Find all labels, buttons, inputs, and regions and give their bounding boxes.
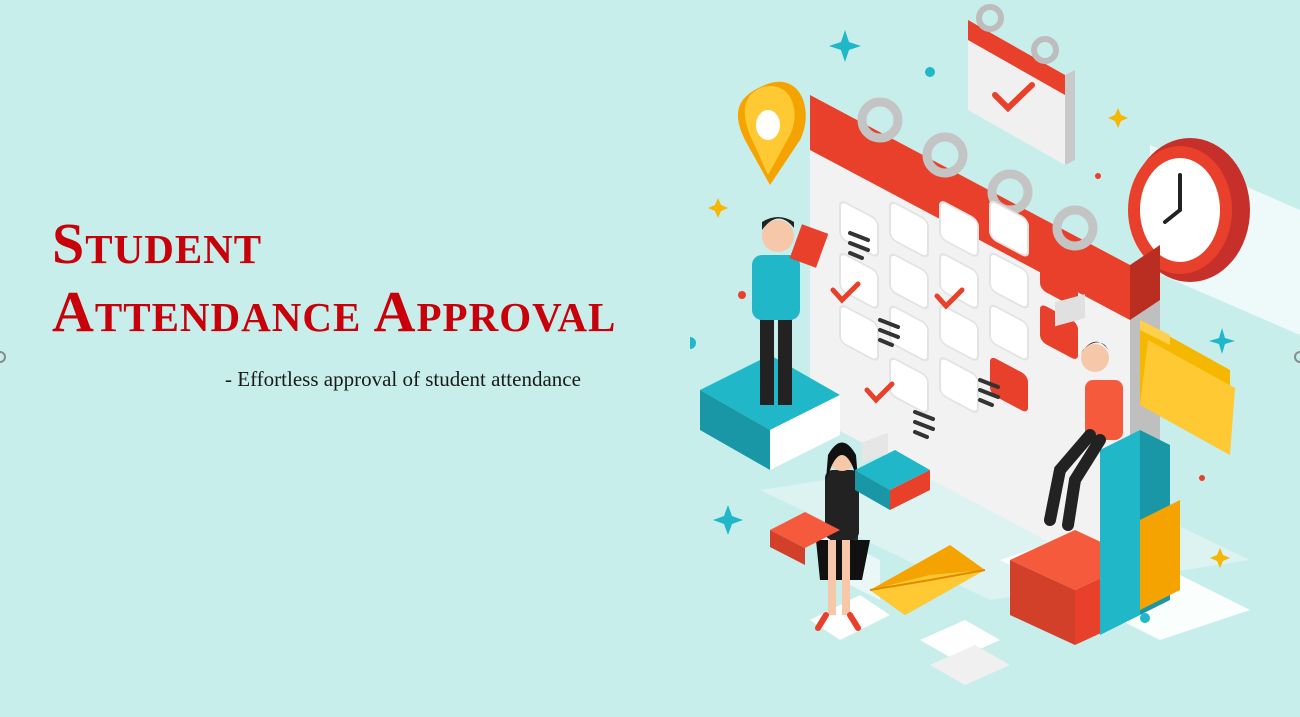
left-edge-handle [0,351,6,363]
hero-title: Student Attendance Approval [52,210,616,346]
location-pin-icon [737,81,806,185]
hero-title-line2: Attendance Approval [52,279,617,344]
attendance-illustration [690,4,1300,685]
hero-subtitle: - Effortless approval of student attenda… [225,367,581,391]
small-calendar-icon [968,4,1075,165]
hero-title-line1: Student [52,211,263,276]
